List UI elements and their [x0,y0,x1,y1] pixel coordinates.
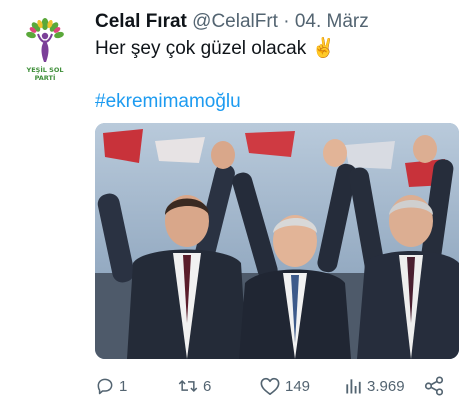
hashtag-link[interactable]: #ekremimamoğlu [95,90,241,114]
yesil-sol-parti-logo-icon [26,18,64,62]
tweet-actions: 1 6 149 3.969 [95,372,459,400]
photo-three-men-raising-joined-hands-icon [95,123,459,359]
party-name-line1: YEŞİL SOL [26,66,64,74]
views-button[interactable]: 3.969 [343,372,405,400]
tweet[interactable]: YEŞİL SOL PARTİ Celal Fırat @CelalFrt · … [0,0,474,414]
author-name[interactable]: Celal Fırat [95,11,187,32]
heart-icon [260,377,280,395]
bar-chart-icon [346,379,361,394]
reply-icon [97,378,113,395]
share-icon [424,376,444,396]
author-handle[interactable]: @CelalFrt [192,11,278,32]
tweet-header: Celal Fırat @CelalFrt · 04. März [95,10,369,34]
share-button[interactable] [423,372,449,400]
view-count: 3.969 [367,377,405,395]
tweet-text: Her şey çok güzel olacak ✌️ [95,38,336,59]
tweet-image[interactable] [95,123,459,359]
like-button[interactable]: 149 [259,372,310,400]
date-separator: · [283,11,290,32]
author-avatar[interactable]: YEŞİL SOL PARTİ [16,14,74,88]
tweet-date[interactable]: 04. März [295,11,369,32]
retweet-button[interactable]: 6 [177,372,211,400]
reply-button[interactable]: 1 [95,372,127,400]
retweet-icon [178,379,198,393]
like-count: 149 [285,377,311,395]
party-name-line2: PARTİ [34,74,56,82]
retweet-count: 6 [203,377,212,395]
reply-count: 1 [119,377,128,395]
